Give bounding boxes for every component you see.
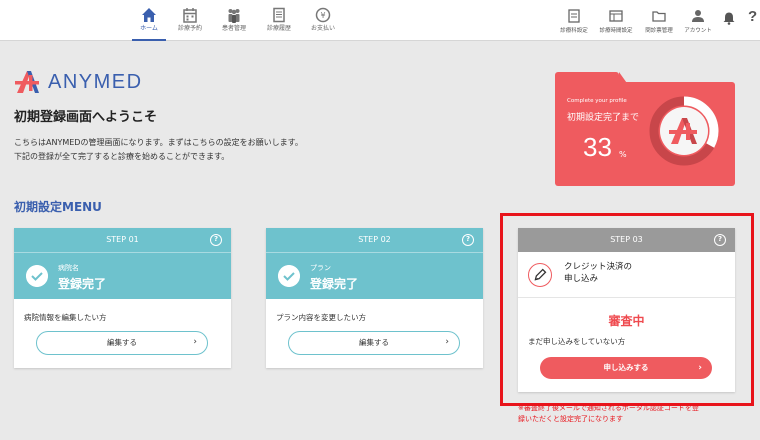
progress-unit: % (619, 150, 627, 159)
step-1-status: 登録完了 (58, 277, 107, 291)
nav-payment[interactable]: ¥ お支払い (300, 5, 346, 41)
nav-hours-settings[interactable]: 診療時間設定 (594, 9, 638, 34)
nav-patients[interactable]: 患者管理 (211, 5, 257, 41)
calendar-icon (183, 8, 197, 23)
hours-settings-icon (609, 10, 623, 22)
edit-hospital-button-label: 編集する (107, 338, 137, 347)
note-line-2: 録いただくと設定完了になります (518, 415, 623, 423)
setup-progress-card: Complete your profile 初期設定完了まで 33 % (555, 72, 735, 186)
home-icon (142, 8, 156, 22)
nav-history-label: 診療履歴 (266, 25, 291, 32)
chevron-right-icon: › (445, 337, 449, 347)
edit-plan-button[interactable]: 編集する › (288, 331, 460, 355)
step-2-item-name: プラン (310, 264, 331, 272)
step-card-2: STEP 02 ? プラン 登録完了 プラン内容を変更したい方 編集する › (266, 228, 483, 368)
section-title: 初期設定MENU (14, 200, 102, 214)
step-1-item-name: 病院名 (58, 264, 79, 272)
help-icon[interactable]: ? (210, 234, 222, 246)
step-3-note: ※審査終了後メールで通知されるポータル認証コードを登 録いただくと設定完了になり… (518, 403, 750, 425)
check-icon (278, 265, 300, 287)
check-icon (26, 265, 48, 287)
nav-reservation[interactable]: 診療予約 (167, 5, 213, 41)
nav-questionnaire[interactable]: 問診票管理 (637, 9, 681, 34)
step-2-description: プラン内容を変更したい方 (276, 313, 366, 322)
highlight-box (500, 213, 754, 406)
svg-text:¥: ¥ (320, 11, 325, 20)
department-settings-icon (568, 9, 580, 23)
nav-department-settings-label: 診療科設定 (560, 28, 588, 34)
patients-icon (228, 9, 240, 23)
step-2-header-label: STEP 02 (358, 235, 391, 244)
nav-questionnaire-label: 問診票管理 (645, 28, 673, 34)
nav-home[interactable]: ホーム (126, 5, 172, 41)
help-icon[interactable]: ? (462, 234, 474, 246)
step-1-status-area: 病院名 登録完了 (14, 252, 231, 299)
step-2-status: 登録完了 (310, 277, 359, 291)
nav-home-label: ホーム (140, 25, 158, 32)
step-card-1: STEP 01 ? 病院名 登録完了 病院情報を編集したい方 編集する › (14, 228, 231, 368)
nav-hours-settings-label: 診療時間設定 (599, 28, 633, 34)
payment-icon: ¥ (315, 7, 331, 23)
chevron-right-icon: › (193, 337, 197, 347)
progress-donut (649, 96, 719, 166)
help-icon[interactable]: ? (748, 8, 757, 25)
anymed-logo: ANYMED (14, 68, 143, 96)
progress-title: 初期設定完了まで (567, 113, 640, 123)
nav-history[interactable]: 診療履歴 (256, 5, 302, 41)
intro-line-1: こちらはANYMEDの管理画面になります。まずはこちらの設定をお願いします。 (14, 138, 303, 147)
progress-subtitle: Complete your profile (567, 98, 627, 104)
history-icon (273, 7, 285, 23)
nav-department-settings[interactable]: 診療科設定 (552, 9, 596, 34)
nav-account-label: アカウント (684, 28, 712, 34)
top-navigation-bar: ホーム 診療予約 患者管理 診療履歴 ¥ お支払い 診療科設定 診療時間設定 問… (0, 0, 760, 41)
nav-reservation-label: 診療予約 (177, 25, 202, 32)
nav-patients-label: 患者管理 (221, 25, 246, 32)
edit-plan-button-label: 編集する (359, 338, 389, 347)
step-2-status-area: プラン 登録完了 (266, 252, 483, 299)
questionnaire-folder-icon (652, 11, 666, 22)
step-1-description: 病院情報を編集したい方 (24, 313, 107, 322)
note-line-1: ※審査終了後メールで通知されるポータル認証コードを登 (518, 404, 699, 412)
step-1-header-label: STEP 01 (106, 235, 139, 244)
progress-value: 33 (583, 132, 612, 162)
step-1-header: STEP 01 ? (14, 228, 231, 252)
step-2-header: STEP 02 ? (266, 228, 483, 252)
intro-line-2: 下記の登録が全て完了すると診療を始めることができます。 (14, 152, 230, 161)
nav-payment-label: お支払い (310, 25, 335, 32)
intro-text: こちらはANYMEDの管理画面になります。まずはこちらの設定をお願いします。 下… (14, 136, 303, 164)
account-icon (692, 10, 704, 22)
page-title: 初期登録画面へようこそ (14, 110, 158, 125)
bell-icon[interactable] (722, 11, 736, 25)
anymed-logo-mark-icon (15, 71, 39, 93)
edit-hospital-button[interactable]: 編集する › (36, 331, 208, 355)
logo-text: ANYMED (48, 70, 143, 93)
nav-account[interactable]: アカウント (676, 9, 720, 34)
